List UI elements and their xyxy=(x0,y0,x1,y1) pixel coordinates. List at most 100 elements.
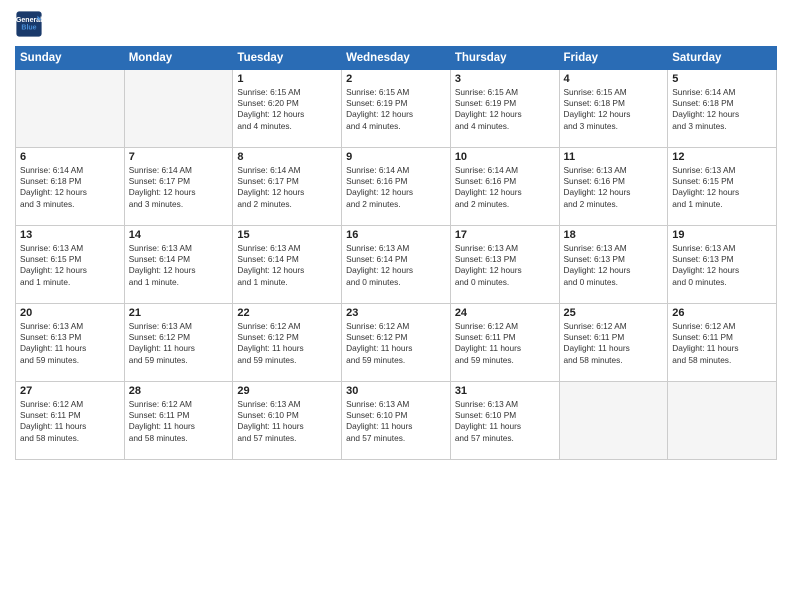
calendar-cell: 23 Sunrise: 6:12 AM Sunset: 6:12 PM Dayli… xyxy=(342,304,451,382)
calendar-cell: 20 Sunrise: 6:13 AM Sunset: 6:13 PM Dayli… xyxy=(16,304,125,382)
day-number: 1 xyxy=(237,73,337,85)
day-number: 9 xyxy=(346,151,446,163)
cell-info: Sunrise: 6:13 AM Sunset: 6:10 PM Dayligh… xyxy=(346,399,446,444)
day-number: 14 xyxy=(129,229,229,241)
day-number: 11 xyxy=(564,151,664,163)
cell-info: Sunrise: 6:12 AM Sunset: 6:11 PM Dayligh… xyxy=(129,399,229,444)
weekday-header-sunday: Sunday xyxy=(16,47,125,70)
day-number: 19 xyxy=(672,229,772,241)
calendar-cell: 12Sunrise: 6:13 AM Sunset: 6:15 PM Dayli… xyxy=(668,148,777,226)
cell-info: Sunrise: 6:12 AM Sunset: 6:12 PM Dayligh… xyxy=(346,321,446,366)
day-number: 17 xyxy=(455,229,555,241)
week-row-5: 27 Sunrise: 6:12 AM Sunset: 6:11 PM Dayli… xyxy=(16,382,777,460)
calendar-cell xyxy=(124,70,233,148)
weekday-header-friday: Friday xyxy=(559,47,668,70)
day-number: 21 xyxy=(129,307,229,319)
calendar-cell: 11Sunrise: 6:13 AM Sunset: 6:16 PM Dayli… xyxy=(559,148,668,226)
calendar-cell: 5 Sunrise: 6:14 AM Sunset: 6:18 PM Daylig… xyxy=(668,70,777,148)
day-number: 23 xyxy=(346,307,446,319)
calendar-cell: 21 Sunrise: 6:13 AM Sunset: 6:12 PM Dayli… xyxy=(124,304,233,382)
weekday-header-monday: Monday xyxy=(124,47,233,70)
week-row-2: 6 Sunrise: 6:14 AM Sunset: 6:18 PM Daylig… xyxy=(16,148,777,226)
weekday-header-saturday: Saturday xyxy=(668,47,777,70)
day-number: 31 xyxy=(455,385,555,397)
day-number: 10 xyxy=(455,151,555,163)
cell-info: Sunrise: 6:13 AM Sunset: 6:13 PM Dayligh… xyxy=(564,243,664,288)
calendar-cell: 26 Sunrise: 6:12 AM Sunset: 6:11 PM Dayli… xyxy=(668,304,777,382)
day-number: 22 xyxy=(237,307,337,319)
day-number: 25 xyxy=(564,307,664,319)
calendar-cell: 29 Sunrise: 6:13 AM Sunset: 6:10 PM Dayli… xyxy=(233,382,342,460)
cell-info: Sunrise: 6:12 AM Sunset: 6:11 PM Dayligh… xyxy=(672,321,772,366)
cell-info: Sunrise: 6:14 AM Sunset: 6:16 PM Dayligh… xyxy=(455,165,555,210)
day-number: 2 xyxy=(346,73,446,85)
logo-icon: General Blue xyxy=(15,10,43,38)
day-number: 29 xyxy=(237,385,337,397)
day-number: 8 xyxy=(237,151,337,163)
cell-info: Sunrise: 6:12 AM Sunset: 6:12 PM Dayligh… xyxy=(237,321,337,366)
day-number: 16 xyxy=(346,229,446,241)
week-row-4: 20 Sunrise: 6:13 AM Sunset: 6:13 PM Dayli… xyxy=(16,304,777,382)
cell-info: Sunrise: 6:13 AM Sunset: 6:10 PM Dayligh… xyxy=(237,399,337,444)
calendar-cell: 30 Sunrise: 6:13 AM Sunset: 6:10 PM Dayli… xyxy=(342,382,451,460)
day-number: 27 xyxy=(20,385,120,397)
calendar-cell: 8 Sunrise: 6:14 AM Sunset: 6:17 PM Daylig… xyxy=(233,148,342,226)
cell-info: Sunrise: 6:13 AM Sunset: 6:14 PM Dayligh… xyxy=(346,243,446,288)
weekday-header-row: SundayMondayTuesdayWednesdayThursdayFrid… xyxy=(16,47,777,70)
calendar-cell: 1 Sunrise: 6:15 AM Sunset: 6:20 PM Daylig… xyxy=(233,70,342,148)
calendar-cell: 31Sunrise: 6:13 AM Sunset: 6:10 PM Dayli… xyxy=(450,382,559,460)
cell-info: Sunrise: 6:13 AM Sunset: 6:12 PM Dayligh… xyxy=(129,321,229,366)
calendar-cell: 17 Sunrise: 6:13 AM Sunset: 6:13 PM Dayli… xyxy=(450,226,559,304)
week-row-3: 13Sunrise: 6:13 AM Sunset: 6:15 PM Dayli… xyxy=(16,226,777,304)
cell-info: Sunrise: 6:13 AM Sunset: 6:15 PM Dayligh… xyxy=(20,243,120,288)
day-number: 4 xyxy=(564,73,664,85)
weekday-header-tuesday: Tuesday xyxy=(233,47,342,70)
day-number: 5 xyxy=(672,73,772,85)
cell-info: Sunrise: 6:14 AM Sunset: 6:18 PM Dayligh… xyxy=(672,87,772,132)
cell-info: Sunrise: 6:13 AM Sunset: 6:13 PM Dayligh… xyxy=(672,243,772,288)
calendar-cell: 18Sunrise: 6:13 AM Sunset: 6:13 PM Dayli… xyxy=(559,226,668,304)
day-number: 20 xyxy=(20,307,120,319)
calendar-cell: 10 Sunrise: 6:14 AM Sunset: 6:16 PM Dayli… xyxy=(450,148,559,226)
day-number: 6 xyxy=(20,151,120,163)
cell-info: Sunrise: 6:13 AM Sunset: 6:14 PM Dayligh… xyxy=(129,243,229,288)
calendar-cell: 3 Sunrise: 6:15 AM Sunset: 6:19 PM Daylig… xyxy=(450,70,559,148)
page: General Blue SundayMondayTuesdayWednesda… xyxy=(0,0,792,612)
calendar-cell: 14 Sunrise: 6:13 AM Sunset: 6:14 PM Dayli… xyxy=(124,226,233,304)
day-number: 30 xyxy=(346,385,446,397)
cell-info: Sunrise: 6:14 AM Sunset: 6:16 PM Dayligh… xyxy=(346,165,446,210)
cell-info: Sunrise: 6:13 AM Sunset: 6:15 PM Dayligh… xyxy=(672,165,772,210)
cell-info: Sunrise: 6:12 AM Sunset: 6:11 PM Dayligh… xyxy=(20,399,120,444)
day-number: 24 xyxy=(455,307,555,319)
calendar-cell: 9 Sunrise: 6:14 AM Sunset: 6:16 PM Daylig… xyxy=(342,148,451,226)
logo: General Blue xyxy=(15,10,47,38)
cell-info: Sunrise: 6:15 AM Sunset: 6:19 PM Dayligh… xyxy=(346,87,446,132)
cell-info: Sunrise: 6:15 AM Sunset: 6:18 PM Dayligh… xyxy=(564,87,664,132)
cell-info: Sunrise: 6:14 AM Sunset: 6:17 PM Dayligh… xyxy=(129,165,229,210)
cell-info: Sunrise: 6:15 AM Sunset: 6:20 PM Dayligh… xyxy=(237,87,337,132)
cell-info: Sunrise: 6:12 AM Sunset: 6:11 PM Dayligh… xyxy=(455,321,555,366)
cell-info: Sunrise: 6:12 AM Sunset: 6:11 PM Dayligh… xyxy=(564,321,664,366)
weekday-header-wednesday: Wednesday xyxy=(342,47,451,70)
calendar-cell: 15Sunrise: 6:13 AM Sunset: 6:14 PM Dayli… xyxy=(233,226,342,304)
weekday-header-thursday: Thursday xyxy=(450,47,559,70)
day-number: 28 xyxy=(129,385,229,397)
calendar-table: SundayMondayTuesdayWednesdayThursdayFrid… xyxy=(15,46,777,460)
calendar-cell xyxy=(668,382,777,460)
cell-info: Sunrise: 6:13 AM Sunset: 6:14 PM Dayligh… xyxy=(237,243,337,288)
cell-info: Sunrise: 6:14 AM Sunset: 6:17 PM Dayligh… xyxy=(237,165,337,210)
calendar-cell: 16 Sunrise: 6:13 AM Sunset: 6:14 PM Dayli… xyxy=(342,226,451,304)
calendar-cell xyxy=(16,70,125,148)
day-number: 3 xyxy=(455,73,555,85)
calendar-cell: 13Sunrise: 6:13 AM Sunset: 6:15 PM Dayli… xyxy=(16,226,125,304)
cell-info: Sunrise: 6:15 AM Sunset: 6:19 PM Dayligh… xyxy=(455,87,555,132)
cell-info: Sunrise: 6:14 AM Sunset: 6:18 PM Dayligh… xyxy=(20,165,120,210)
calendar-cell: 19 Sunrise: 6:13 AM Sunset: 6:13 PM Dayli… xyxy=(668,226,777,304)
cell-info: Sunrise: 6:13 AM Sunset: 6:13 PM Dayligh… xyxy=(455,243,555,288)
calendar-cell: 25 Sunrise: 6:12 AM Sunset: 6:11 PM Dayli… xyxy=(559,304,668,382)
week-row-1: 1 Sunrise: 6:15 AM Sunset: 6:20 PM Daylig… xyxy=(16,70,777,148)
cell-info: Sunrise: 6:13 AM Sunset: 6:13 PM Dayligh… xyxy=(20,321,120,366)
day-number: 26 xyxy=(672,307,772,319)
calendar-cell xyxy=(559,382,668,460)
calendar-cell: 4 Sunrise: 6:15 AM Sunset: 6:18 PM Daylig… xyxy=(559,70,668,148)
